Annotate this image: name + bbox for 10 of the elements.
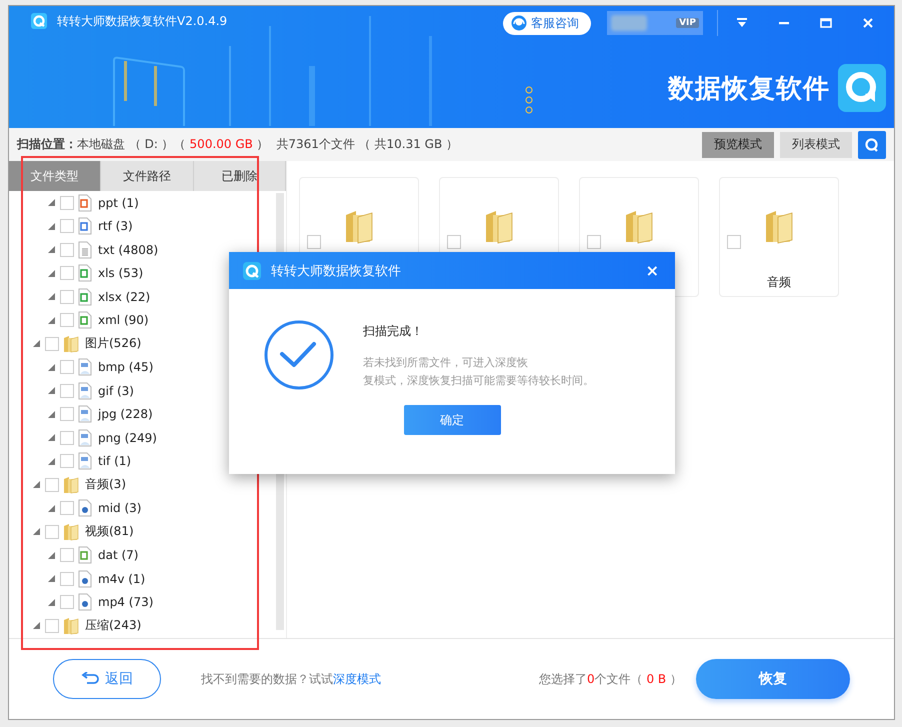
dialog-heading: 扫描完成！ bbox=[363, 323, 424, 340]
hint-text: 找不到需要的数据？试试深度模式 bbox=[201, 670, 381, 688]
dialog-title: 转转大师数据恢复软件 bbox=[271, 262, 401, 280]
dialog-message: 若未找到所需文件，可进入深度恢 复模式，深度恢复扫描可能需要等待较长时间。 bbox=[363, 355, 594, 389]
banner-title: 数据恢复软件 bbox=[668, 72, 830, 106]
selection-summary: 您选择了0个文件（ 0 B ） bbox=[539, 670, 682, 688]
vip-badge: VIP bbox=[676, 18, 699, 28]
scan-location-text: 扫描位置：本地磁盘 （ D: ）（ 500.00 GB ） 共7361个文件 （ 共10.31 GB ） bbox=[17, 136, 458, 153]
window-title: 转转大师数据恢复软件V2.0.4.9 bbox=[57, 12, 228, 30]
folder-name: 音频 bbox=[766, 274, 792, 291]
